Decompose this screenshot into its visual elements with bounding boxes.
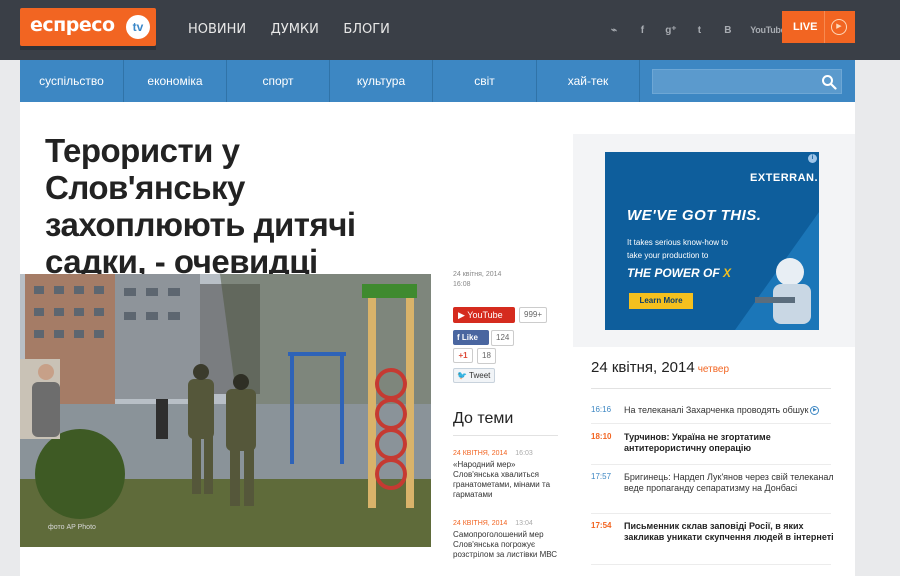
youtube-share-label: YouTube: [467, 310, 503, 320]
play-icon: ▶: [831, 19, 847, 35]
youtube-share-button[interactable]: ▶ YouTube: [453, 307, 515, 323]
related-date-text: 24 КВІТНЯ, 2014: [453, 450, 508, 457]
logo-tv-badge: tv: [126, 15, 150, 39]
news-headline: На телеканалі Захарченка проводять обшук…: [624, 405, 834, 416]
news-divider: [591, 388, 831, 389]
news-headline[interactable]: Турчинов: Україна не згортатиме антитеро…: [624, 432, 834, 454]
googleplus-button[interactable]: +1: [453, 348, 473, 363]
ad-headline: WE'VE GOT THIS.: [627, 207, 762, 224]
tweet-label: Tweet: [469, 371, 491, 380]
news-time: 16:16: [591, 405, 612, 414]
category-hitech[interactable]: хай-тек: [537, 60, 640, 102]
category-sport[interactable]: спорт: [227, 60, 330, 102]
ad-tagline: THE POWER OF X: [627, 266, 731, 280]
news-time: 17:54: [591, 521, 612, 530]
nav-opinions[interactable]: ДУМКИ: [271, 22, 319, 37]
live-button[interactable]: LIVE ▶: [782, 11, 855, 43]
youtube-icon[interactable]: YouTube: [750, 25, 785, 35]
sidebar: i EXTERRAN. WE'VE GOT THIS. It takes ser…: [573, 134, 855, 576]
news-item[interactable]: 17:54 Письменник склав заповіді Росії, в…: [591, 521, 834, 565]
article-title: Терористи у Слов'янську захоплюють дитяч…: [45, 132, 356, 280]
related-time: 16:03: [515, 450, 533, 457]
live-label: LIVE: [793, 21, 818, 33]
ad-tagline-text: THE POWER OF: [627, 266, 720, 280]
related-time: 13:04: [515, 520, 533, 527]
photo-credit: фото AP Photo: [48, 524, 96, 531]
logo-shadow: [20, 46, 156, 50]
article-card: Терористи у Слов'янську захоплюють дитяч…: [20, 102, 855, 576]
related-item[interactable]: 24 КВІТНЯ, 2014 16:03 «Народний мер» Слов…: [453, 450, 563, 500]
category-culture[interactable]: культура: [330, 60, 433, 102]
advertisement-banner[interactable]: i EXTERRAN. WE'VE GOT THIS. It takes ser…: [605, 152, 819, 330]
article-time: 16:08: [453, 281, 471, 288]
related-heading: До теми: [453, 410, 514, 427]
related-date: 24 КВІТНЯ, 2014 16:03: [453, 450, 563, 457]
category-world[interactable]: світ: [433, 60, 537, 102]
news-feed-date: 24 квітня, 2014 четвер: [591, 359, 729, 376]
share-googleplus: +1 18: [453, 348, 573, 364]
related-date-text: 24 КВІТНЯ, 2014: [453, 520, 508, 527]
youtube-count: 999+: [519, 307, 548, 323]
related-link[interactable]: Самопроголошений мер Слов'янська погрожу…: [453, 530, 563, 560]
nav-blogs[interactable]: БЛОГИ: [343, 22, 390, 37]
news-date-text: 24 квітня, 2014: [591, 359, 695, 376]
article-photo[interactable]: фото AP Photo: [20, 274, 431, 547]
social-links: ⌁ f g⁺ t B YouTube: [608, 20, 797, 36]
vk-icon[interactable]: B: [722, 25, 734, 36]
facebook-count: 124: [491, 330, 515, 346]
related-item[interactable]: 24 КВІТНЯ, 2014 13:04 Самопроголошений ме…: [453, 520, 563, 560]
news-item[interactable]: 18:10 Турчинов: Україна не згортатиме ан…: [591, 432, 831, 465]
category-bar: суспільство економіка спорт культура сві…: [20, 60, 855, 102]
ad-learn-more-button[interactable]: Learn More: [629, 293, 693, 309]
share-facebook: f Like 124: [453, 330, 573, 346]
article-datetime: 24 квітня, 2014 16:08: [453, 270, 501, 290]
category-society[interactable]: суспільство: [20, 60, 124, 102]
site-logo[interactable]: еспресо tv: [20, 8, 156, 46]
facebook-icon[interactable]: f: [636, 25, 648, 36]
news-item[interactable]: 17:57 Бригинець: Нардеп Лук'янов через с…: [591, 472, 834, 514]
news-time: 17:57: [591, 472, 612, 481]
tweet-button[interactable]: 🐦 Tweet: [453, 368, 495, 383]
news-feed: 24 квітня, 2014 четвер 16:16 На телеканал…: [573, 347, 855, 576]
share-twitter: 🐦 Tweet: [453, 368, 573, 384]
nav-news[interactable]: НОВИНИ: [188, 22, 246, 37]
twitter-icon[interactable]: t: [693, 25, 705, 36]
search-input[interactable]: [652, 69, 842, 94]
ad-brand-logo: EXTERRAN.: [750, 172, 819, 184]
ad-tagline-x: X: [723, 266, 732, 280]
facebook-like-label: Like: [461, 333, 478, 342]
news-headline[interactable]: Письменник склав заповіді Росії, в яких …: [624, 521, 834, 543]
related-divider: [453, 435, 558, 436]
ad-copy-line1: It takes serious know-how to: [627, 238, 728, 247]
article-date: 24 квітня, 2014: [453, 271, 502, 278]
news-item[interactable]: 16:16 На телеканалі Захарченка проводять…: [591, 405, 831, 424]
video-play-icon[interactable]: ▶: [810, 406, 820, 416]
facebook-like-button[interactable]: f Like: [453, 330, 489, 345]
share-youtube: ▶ YouTube 999+: [453, 307, 573, 323]
ad-info-icon[interactable]: i: [808, 154, 817, 163]
search-icon[interactable]: [821, 74, 837, 90]
googleplus-icon[interactable]: g⁺: [665, 25, 677, 36]
news-weekday: четвер: [697, 364, 730, 375]
related-link[interactable]: «Народний мер» Слов'янська хвалиться гра…: [453, 460, 563, 500]
news-time: 18:10: [591, 432, 612, 441]
logo-text: еспресо: [30, 14, 115, 36]
live-divider: [824, 11, 825, 43]
news-headline[interactable]: Бригинець: Нардеп Лук'янов через свій те…: [624, 472, 834, 494]
top-bar: еспресо tv НОВИНИ ДУМКИ БЛОГИ ⌁ f g⁺ t B…: [0, 0, 900, 60]
ad-copy-line2: take your production to: [627, 251, 709, 260]
rss-icon[interactable]: ⌁: [608, 25, 620, 36]
news-headline-text[interactable]: На телеканалі Захарченка проводять обшук: [624, 405, 808, 415]
related-date: 24 КВІТНЯ, 2014 13:04: [453, 520, 563, 527]
category-economy[interactable]: економіка: [124, 60, 227, 102]
googleplus-count: 18: [477, 348, 496, 364]
top-navigation: НОВИНИ ДУМКИ БЛОГИ: [188, 20, 410, 38]
photo-illustration: фото AP Photo: [20, 274, 431, 547]
